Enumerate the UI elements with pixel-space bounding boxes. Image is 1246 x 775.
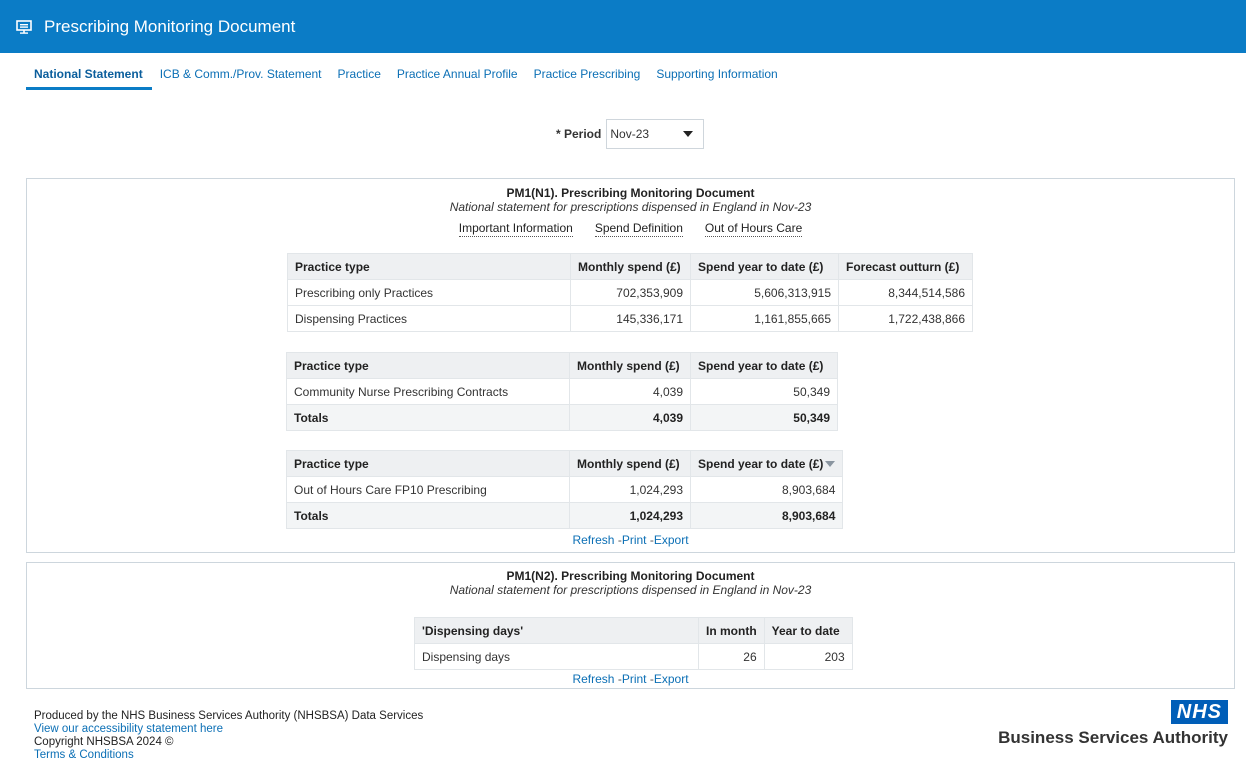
column-header[interactable]: Forecast outturn (£) — [838, 253, 973, 280]
tab-supporting-information[interactable]: Supporting Information — [648, 58, 785, 90]
app-header: Prescribing Monitoring Document — [0, 0, 1246, 56]
spend-definition-link[interactable]: Spend Definition — [594, 221, 683, 237]
important-information-link[interactable]: Important Information — [458, 221, 573, 237]
tab-practice-prescribing[interactable]: Practice Prescribing — [526, 58, 649, 90]
table-cell: Community Nurse Prescribing Contracts — [286, 378, 570, 405]
column-header[interactable]: Monthly spend (£) — [569, 450, 691, 477]
tab-bar: National Statement ICB & Comm./Prov. Sta… — [26, 58, 786, 90]
footer: Produced by the NHS Business Services Au… — [34, 710, 423, 762]
table-cell: 203 — [763, 643, 853, 670]
chevron-down-icon — [683, 131, 694, 137]
print-link[interactable]: Print — [622, 672, 647, 686]
table-cell: Dispensing days — [414, 643, 699, 670]
period-dropdown[interactable]: Nov-23 — [606, 119, 705, 149]
app-title: Prescribing Monitoring Document — [44, 16, 296, 36]
column-header[interactable]: Monthly spend (£) — [569, 352, 691, 379]
dispensing-days-table: 'Dispensing days' In month Year to date … — [414, 617, 853, 670]
table-row: Prescribing only Practices 702,353,909 5… — [287, 279, 973, 306]
column-header[interactable]: 'Dispensing days' — [414, 617, 699, 644]
presentation-icon — [16, 19, 32, 34]
report-title: PM1(N1). Prescribing Monitoring Document — [506, 186, 755, 200]
table-cell: 8,903,684 — [689, 502, 844, 529]
table-row: Dispensing days 26 203 — [414, 643, 853, 670]
nhs-logo-org: Business Services Authority — [998, 728, 1228, 747]
table-cell: 5,606,313,915 — [690, 279, 839, 306]
column-header[interactable]: Practice type — [287, 253, 571, 280]
sort-icon[interactable] — [825, 461, 836, 468]
report-title: PM1(N2). Prescribing Monitoring Document — [506, 569, 755, 583]
report-panel-n2: PM1(N2). Prescribing Monitoring Document… — [26, 562, 1235, 689]
print-link[interactable]: Print — [622, 533, 647, 547]
table-cell: Prescribing only Practices — [287, 279, 571, 306]
nhs-logo-mark: NHS — [1170, 700, 1228, 724]
column-header[interactable]: Spend year to date (£) — [690, 253, 839, 280]
column-header[interactable]: Spend year to date (£) — [689, 450, 844, 477]
export-link[interactable]: Export — [654, 533, 689, 547]
table-cell: 1,722,438,866 — [838, 305, 973, 332]
column-header-label: Spend year to date (£) — [698, 456, 824, 471]
report-subtitle: National statement for prescriptions dis… — [449, 200, 812, 214]
totals-row: Totals 1,024,293 8,903,684 — [286, 502, 844, 529]
tab-practice-annual-profile[interactable]: Practice Annual Profile — [389, 58, 526, 90]
table-cell: 4,039 — [569, 404, 691, 431]
accessibility-statement-link[interactable]: View our accessibility statement here — [34, 723, 423, 736]
column-header[interactable]: In month — [698, 617, 765, 644]
table-cell: 50,349 — [690, 404, 838, 431]
period-label: * Period — [556, 127, 602, 141]
table-cell: Totals — [286, 404, 570, 431]
report-actions: Refresh -Print -Export — [27, 533, 1234, 547]
export-link[interactable]: Export — [654, 672, 689, 686]
tab-national-statement[interactable]: National Statement — [26, 58, 152, 90]
table-cell: Out of Hours Care FP10 Prescribing — [286, 476, 570, 503]
report-subtitle: National statement for prescriptions dis… — [449, 583, 812, 597]
table-cell: 26 — [698, 643, 765, 670]
report-links: Important Information Spend Definition O… — [27, 221, 1234, 237]
table-cell: 4,039 — [569, 378, 691, 405]
report-actions: Refresh -Print -Export — [27, 672, 1234, 686]
period-selector: * Period Nov-23 — [556, 119, 705, 149]
spend-table-out-of-hours: Practice type Monthly spend (£) Spend ye… — [286, 450, 844, 529]
spend-table-practices: Practice type Monthly spend (£) Spend ye… — [287, 253, 973, 332]
table-cell: 145,336,171 — [570, 305, 691, 332]
column-header[interactable]: Practice type — [286, 352, 570, 379]
period-value: Nov-23 — [610, 127, 650, 141]
table-cell: Dispensing Practices — [287, 305, 571, 332]
totals-row: Totals 4,039 50,349 — [286, 404, 838, 431]
table-cell: Totals — [286, 502, 570, 529]
table-row: Community Nurse Prescribing Contracts 4,… — [286, 378, 838, 405]
table-cell: 8,903,684 — [689, 476, 844, 503]
tab-practice[interactable]: Practice — [330, 58, 389, 90]
column-header[interactable]: Practice type — [286, 450, 570, 477]
tab-icb-statement[interactable]: ICB & Comm./Prov. Statement — [152, 58, 330, 90]
column-header[interactable]: Year to date — [763, 617, 853, 644]
copyright-text: Copyright NHSBSA 2024 © — [34, 736, 174, 748]
table-cell: 702,353,909 — [570, 279, 691, 306]
report-panel-n1: PM1(N1). Prescribing Monitoring Document… — [26, 178, 1235, 553]
table-row: Dispensing Practices 145,336,171 1,161,8… — [287, 305, 973, 332]
table-cell: 8,344,514,586 — [838, 279, 973, 306]
column-header[interactable]: Spend year to date (£) — [690, 352, 838, 379]
produced-by-text: Produced by the NHS Business Services Au… — [34, 710, 424, 722]
spend-table-community-nurse: Practice type Monthly spend (£) Spend ye… — [286, 352, 838, 431]
out-of-hours-care-link[interactable]: Out of Hours Care — [704, 221, 803, 237]
nhs-logo: NHS Business Services Authority — [998, 700, 1228, 748]
table-cell: 1,024,293 — [569, 502, 691, 529]
table-cell: 1,024,293 — [569, 476, 691, 503]
terms-conditions-link[interactable]: Terms & Conditions — [34, 749, 423, 762]
table-cell: 50,349 — [690, 378, 838, 405]
table-cell: 1,161,855,665 — [690, 305, 839, 332]
column-header[interactable]: Monthly spend (£) — [570, 253, 691, 280]
table-row: Out of Hours Care FP10 Prescribing 1,024… — [286, 476, 844, 503]
refresh-link[interactable]: Refresh — [572, 672, 614, 686]
refresh-link[interactable]: Refresh — [572, 533, 614, 547]
